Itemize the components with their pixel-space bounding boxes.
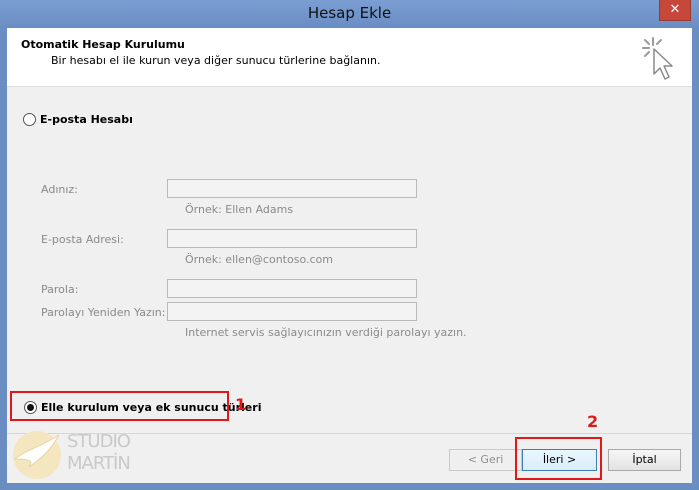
name-input[interactable] — [167, 179, 417, 198]
close-icon: ✕ — [669, 2, 681, 17]
watermark-line-1: STUDIO — [67, 431, 131, 452]
bird-logo-icon — [13, 431, 61, 479]
annotation-box-2 — [515, 437, 602, 480]
window-title: Hesap Ekle — [307, 4, 392, 22]
email-account-radio[interactable] — [23, 113, 36, 126]
back-button[interactable]: < Geri — [449, 449, 522, 471]
password-confirm-label: Parolayı Yeniden Yazın: — [41, 306, 166, 319]
email-input[interactable] — [167, 229, 417, 248]
header-title: Otomatik Hesap Kurulumu — [21, 38, 185, 51]
studio-martin-logo: STUDIO MARTİN — [7, 423, 147, 483]
email-label: E-posta Adresi: — [41, 233, 124, 246]
header-subtitle: Bir hesabı el ile kurun veya diğer sunuc… — [51, 54, 381, 67]
name-label: Adınız: — [41, 183, 78, 196]
dialog-body: Otomatik Hesap Kurulumu Bir hesabı el il… — [7, 28, 692, 483]
email-hint: Örnek: ellen@contoso.com — [185, 253, 333, 266]
email-account-label[interactable]: E-posta Hesabı — [40, 113, 133, 126]
annotation-box-1 — [10, 391, 229, 421]
password-hint: Internet servis sağlayıcınızın verdiği p… — [185, 326, 467, 339]
password-label: Parola: — [41, 283, 79, 296]
annotation-number-2: 2 — [587, 412, 599, 431]
name-hint: Örnek: Ellen Adams — [185, 203, 294, 216]
watermark-line-2: MARTİN — [67, 453, 131, 474]
close-button[interactable]: ✕ — [659, 0, 691, 21]
annotation-number-1: 1 — [235, 395, 247, 414]
title-bar: Hesap Ekle ✕ — [0, 0, 699, 28]
password-input[interactable] — [167, 279, 417, 298]
password-confirm-input[interactable] — [167, 302, 417, 321]
cancel-button[interactable]: İptal — [608, 449, 681, 471]
cursor-click-icon — [642, 37, 673, 80]
dialog-header: Otomatik Hesap Kurulumu Bir hesabı el il… — [7, 28, 692, 87]
